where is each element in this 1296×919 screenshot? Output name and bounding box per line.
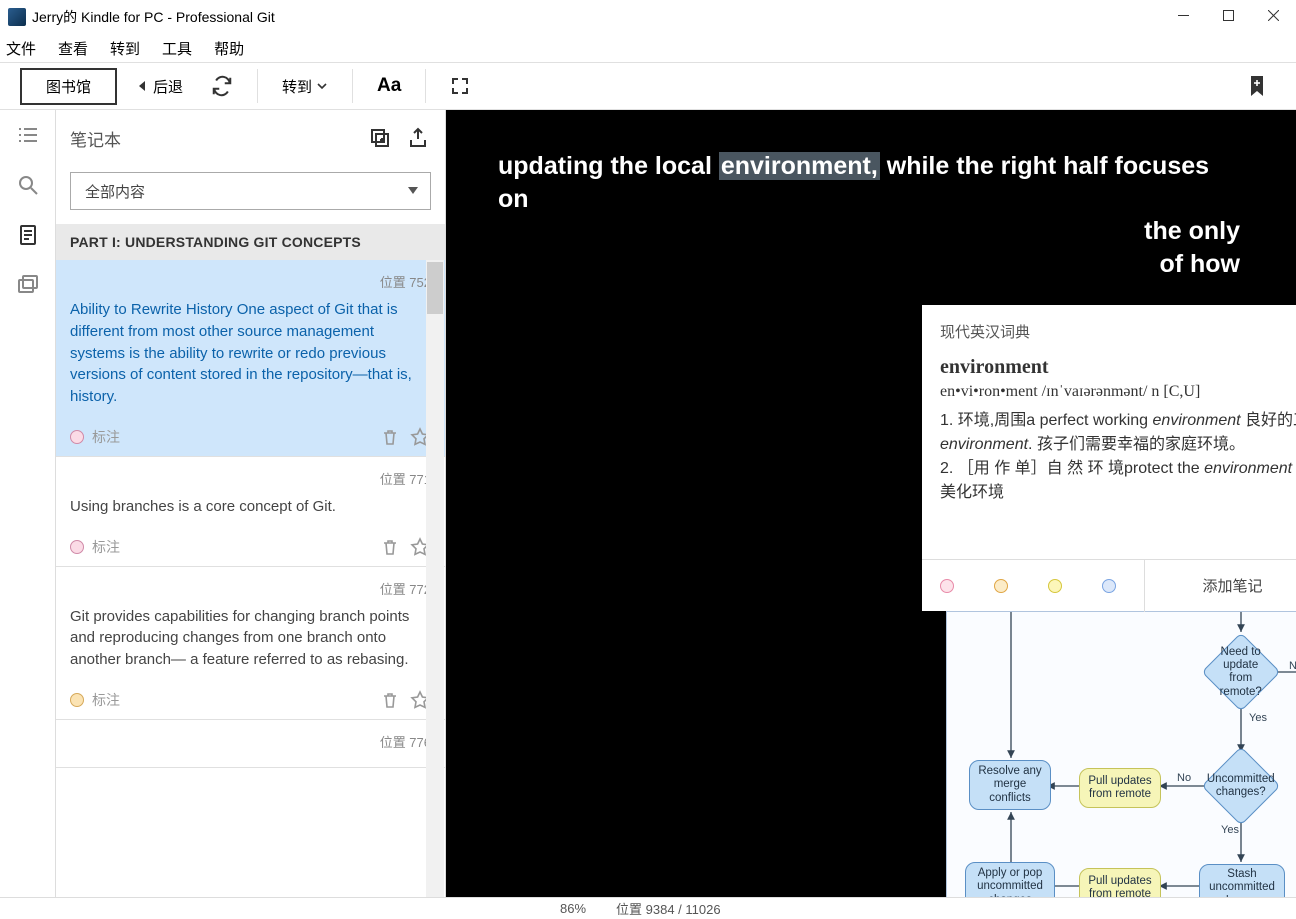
note-text: Ability to Rewrite History One aspect of… [70,299,431,408]
notes-list: 位置 752 Ability to Rewrite History One as… [56,260,445,897]
flow-apply: Apply or pop uncommitted changes [965,862,1055,897]
menu-view[interactable]: 查看 [58,38,88,59]
section-title: PART I: UNDERSTANDING GIT CONCEPTS [56,224,445,260]
fullscreen-button[interactable] [440,70,480,102]
app-icon [8,8,26,26]
close-button[interactable] [1251,0,1296,30]
menu-help[interactable]: 帮助 [214,38,244,59]
note-location: 位置 772 [70,579,431,598]
menu-bar: 文件 查看 转到 工具 帮助 [0,34,1296,62]
export-icon[interactable] [405,125,431,151]
back-button[interactable]: 后退 [125,70,193,103]
window-title: Jerry的 Kindle for PC - Professional Git [32,7,275,27]
delete-icon[interactable] [379,689,401,711]
menu-goto[interactable]: 转到 [110,38,140,59]
note-location: 位置 776 [70,732,431,751]
delete-icon[interactable] [379,426,401,448]
font-button[interactable]: Aa [367,69,411,103]
filter-select[interactable]: 全部内容 [70,172,431,210]
status-bar: 86% 位置 9384 / 11026 [0,897,1296,919]
note-tag-label: 标注 [92,537,371,557]
highlight-blue[interactable] [1102,579,1116,593]
flowchart-image: Need to update from remote? Stage and co… [946,611,1296,897]
bookmark-button[interactable] [1238,69,1276,103]
note-item[interactable]: 位置 772 Git provides capabilities for cha… [56,567,445,720]
highlight-color-dot [70,540,84,554]
highlight-orange[interactable] [994,579,1008,593]
highlight-yellow[interactable] [1048,579,1062,593]
flow-stash: Stash uncommitted changes [1199,864,1285,897]
dictionary-footer: 添加笔记 复制 更多 [922,559,1296,611]
note-item[interactable]: 位置 776 [56,720,445,768]
highlight-color-dot [70,430,84,444]
menu-tools[interactable]: 工具 [162,38,192,59]
maximize-button[interactable] [1206,0,1251,30]
dictionary-phonetic: en•vi•ron•ment /ɪnˈvaɪərənmənt/ n [C,U] [940,383,1296,401]
notes-icon[interactable] [15,222,41,248]
highlighted-word: environment, [719,152,880,180]
toc-icon[interactable] [15,122,41,148]
note-tag-label: 标注 [92,427,371,447]
note-location: 位置 771 [70,469,431,488]
left-sidebar [0,110,56,897]
dictionary-name: 现代英汉词典 [940,321,1296,342]
note-item[interactable]: 位置 752 Ability to Rewrite History One as… [56,260,445,457]
note-location: 位置 752 [70,272,431,291]
goto-button[interactable]: 转到 [272,70,338,103]
dictionary-word: environment [940,356,1296,379]
highlight-color-dot [70,693,84,707]
search-icon[interactable] [15,172,41,198]
title-bar: Jerry的 Kindle for PC - Professional Git [0,0,1296,34]
reader-pane: updating the local environment, while th… [446,110,1296,897]
flow-pull1: Pull updates from remote [1079,768,1161,808]
delete-icon[interactable] [379,536,401,558]
menu-file[interactable]: 文件 [6,38,36,59]
flashcards-icon[interactable] [15,272,41,298]
add-note-button[interactable]: 添加笔记 [1163,560,1296,611]
dictionary-popup: 现代英汉词典 environment en•vi•ron•ment /ɪnˈva… [922,305,1296,611]
notes-panel: 笔记本 全部内容 PART I: UNDERSTANDING GIT CONCE… [56,110,446,897]
window-controls [1161,0,1296,30]
dictionary-definition: 1. 环境,周围a perfect working environment 良好… [940,409,1296,505]
refresh-button[interactable] [201,69,243,103]
status-percent: 86% [560,901,586,916]
scrollbar[interactable] [426,260,444,897]
highlight-pink[interactable] [940,579,954,593]
flow-resolve: Resolve any merge conflicts [969,760,1051,810]
notes-panel-title: 笔记本 [70,126,355,151]
note-text: Using branches is a core concept of Git. [70,496,431,518]
note-item[interactable]: 位置 771 Using branches is a core concept … [56,457,445,567]
minimize-button[interactable] [1161,0,1206,30]
note-tag-label: 标注 [92,690,371,710]
flow-pull2: Pull updates from remote [1079,868,1161,897]
note-text: Git provides capabilities for changing b… [70,606,431,671]
library-button[interactable]: 图书馆 [20,68,117,105]
book-text[interactable]: updating the local environment, while th… [446,110,1296,280]
status-location: 位置 9384 / 11026 [616,899,721,918]
copy-all-icon[interactable] [367,125,393,151]
toolbar: 图书馆 后退 转到 Aa [0,62,1296,110]
